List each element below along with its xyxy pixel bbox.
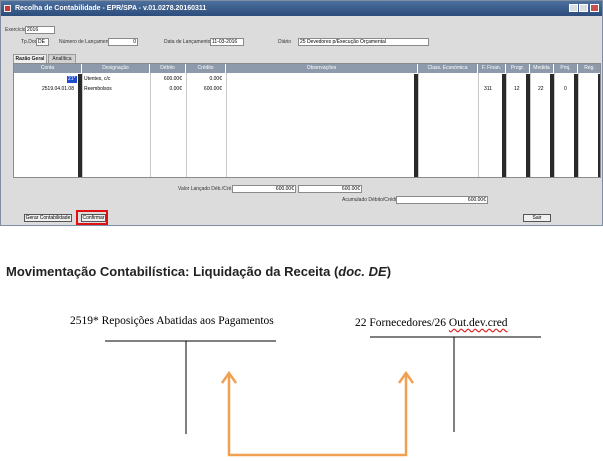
row1-conta[interactable]: 21* — [67, 76, 77, 83]
sair-button[interactable]: Sair — [523, 214, 551, 222]
confirmar-highlight-box — [76, 210, 108, 225]
acumulado-field: 600.00€ — [396, 196, 488, 204]
connector-arrow — [227, 375, 408, 457]
arrowhead-left-icon — [220, 370, 238, 384]
account-left-title: 2519* Reposições Abatidas aos Pagamentos — [70, 315, 274, 327]
data-lancamento-field[interactable]: 11-03-2016 — [210, 38, 244, 46]
col-header-conta[interactable]: Conta — [14, 64, 82, 73]
progr-dropdown[interactable] — [526, 74, 530, 177]
app-icon — [4, 5, 11, 12]
gerar-contabilidade-button[interactable]: Gerar Contabilidade — [24, 214, 72, 222]
conta-dropdown[interactable] — [78, 74, 82, 177]
row1-debito[interactable]: 600.00€ — [152, 76, 182, 83]
row2-debito[interactable]: 0.00€ — [152, 86, 182, 93]
num-lancamento-field[interactable]: 0 — [108, 38, 138, 46]
tab-analitica[interactable]: Analítica — [48, 54, 76, 63]
maximize-icon[interactable] — [579, 4, 588, 12]
entries-grid: Conta Designação Débito Crédito Observaç… — [13, 63, 601, 178]
row2-credito[interactable]: 600.00€ — [188, 86, 222, 93]
total-credito-field: 600.00€ — [298, 185, 362, 193]
medida-dropdown[interactable] — [550, 74, 554, 177]
obs-dropdown[interactable] — [414, 74, 418, 177]
proj-dropdown[interactable] — [574, 74, 578, 177]
accounting-window: Recolha de Contabilidade - EPR/SPA - v.0… — [0, 0, 603, 226]
account-right-title: 22 Fornecedores/26 Out.dev.cred — [355, 317, 508, 329]
tipo-doc-label: Tp.Doc — [21, 39, 38, 45]
ffin-dropdown[interactable] — [502, 74, 506, 177]
exercicio-field[interactable]: 2016 — [25, 26, 55, 34]
section-heading: Movimentação Contabilística: Liquidação … — [6, 264, 392, 279]
row2-designacao: Reembolsos — [84, 86, 112, 92]
title-bar: Recolha de Contabilidade - EPR/SPA - v.0… — [1, 1, 602, 16]
diario-label: Diário — [278, 39, 292, 45]
row2-ffin[interactable]: 311 — [484, 86, 492, 93]
row2-progr[interactable]: 12 — [514, 86, 520, 93]
valor-lancado-label: Valor Lançado Déb./Cré. — [178, 186, 233, 192]
acumulado-label: Acumulado Débito/Crédito — [342, 197, 401, 203]
col-header-class-economica[interactable]: Class. Económica — [418, 64, 478, 73]
diario-field[interactable]: 25 Devedores p/Execução Orçamental — [298, 38, 429, 46]
tipo-doc-field[interactable]: DE — [36, 38, 49, 46]
col-header-reg[interactable]: Reg. — [578, 64, 600, 73]
num-lancamento-label: Número de Lançamento — [59, 39, 113, 45]
reg-dropdown[interactable] — [598, 74, 600, 177]
col-header-designacao[interactable]: Designação — [82, 64, 150, 73]
col-header-f-finan[interactable]: F. Finan. — [478, 64, 506, 73]
minimize-icon[interactable] — [569, 4, 578, 12]
data-lancamento-label: Data de Lançamento — [164, 39, 211, 45]
close-icon[interactable] — [590, 4, 599, 12]
arrowhead-right-icon — [397, 370, 415, 384]
col-header-medida[interactable]: Medida — [530, 64, 554, 73]
row1-credito[interactable]: 0.00€ — [188, 76, 222, 83]
total-debito-field: 600.00€ — [232, 185, 296, 193]
exercicio-label: Exercício — [5, 27, 26, 33]
col-header-observacoes[interactable]: Observações — [226, 64, 418, 73]
tab-razao-geral[interactable]: Razão Geral — [13, 54, 47, 63]
col-header-progr[interactable]: Progr. — [506, 64, 530, 73]
row2-proj[interactable]: 0 — [564, 86, 567, 93]
row1-designacao: Utentes, c/c — [84, 76, 111, 82]
col-header-debito[interactable]: Débito — [150, 64, 186, 73]
row2-medida[interactable]: 22 — [538, 86, 544, 93]
account-right-underlined: Out.dev.cred — [448, 317, 508, 329]
col-header-credito[interactable]: Crédito — [186, 64, 226, 73]
window-title: Recolha de Contabilidade - EPR/SPA - v.0… — [15, 5, 207, 12]
row2-conta[interactable]: 2519.04.01.08 — [42, 86, 74, 93]
col-header-proj[interactable]: Proj. — [554, 64, 578, 73]
